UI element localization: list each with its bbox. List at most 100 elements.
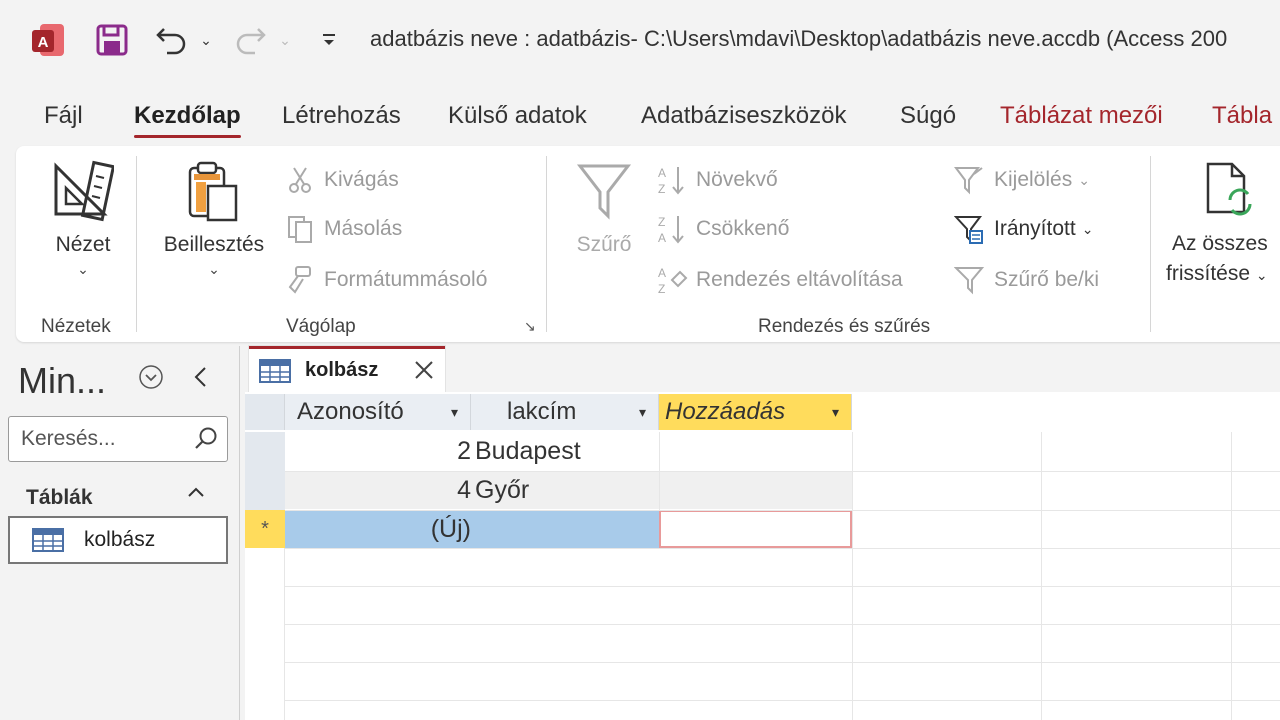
filter-button[interactable]: Szűrő xyxy=(564,160,644,261)
advanced-filter-label: Irányított xyxy=(994,217,1076,240)
cut-button-label: Kivágás xyxy=(324,168,399,191)
grid-line xyxy=(285,471,1280,472)
column-header-azonosito[interactable]: Azonosító ▾ xyxy=(285,394,471,430)
cell-azonosito[interactable]: 4 xyxy=(285,471,471,509)
nav-menu-dropdown-icon[interactable] xyxy=(138,364,164,395)
nav-section-tables[interactable]: Táblák xyxy=(26,486,93,510)
column-header-label: lakcím xyxy=(507,398,577,425)
customize-qat-icon[interactable] xyxy=(315,22,343,58)
chevron-down-icon: ⌄ xyxy=(208,261,220,277)
svg-text:Z: Z xyxy=(658,182,665,196)
tab-tabla[interactable]: Tábla xyxy=(1212,102,1272,130)
search-icon[interactable] xyxy=(193,426,219,458)
tab-kezdolap[interactable]: Kezdőlap xyxy=(134,102,241,138)
new-record-add-cell[interactable] xyxy=(659,510,852,548)
column-header-label: Azonosító xyxy=(297,398,404,425)
new-record-selector[interactable]: * xyxy=(245,510,285,548)
document-tab-label: kolbász xyxy=(305,359,379,381)
svg-text:A: A xyxy=(658,166,666,180)
format-painter-label: Formátummásoló xyxy=(324,268,488,291)
collapse-pane-icon[interactable] xyxy=(190,364,212,395)
chevron-down-icon: ⌄ xyxy=(1078,171,1090,188)
close-icon[interactable] xyxy=(411,357,437,389)
grid-line xyxy=(285,662,1280,663)
nav-search-placeholder: Keresés... xyxy=(21,427,116,450)
group-label-clipboard: Vágólap xyxy=(286,316,356,337)
funnel-icon xyxy=(576,160,632,229)
refresh-all-label-2-text: frissítése xyxy=(1166,262,1251,285)
tab-sugo[interactable]: Súgó xyxy=(900,102,956,130)
sort-dropdown-icon[interactable]: ▾ xyxy=(451,404,458,421)
sort-descending-label: Csökkenő xyxy=(696,217,790,240)
copy-button[interactable]: Másolás xyxy=(284,213,402,245)
tab-kulso-adatok[interactable]: Külső adatok xyxy=(448,102,587,130)
group-label-views: Nézetek xyxy=(41,316,111,337)
cell-lakcim[interactable]: Budapest xyxy=(475,432,655,470)
dialog-launcher-icon[interactable]: ↘ xyxy=(524,318,536,335)
document-tab-kolbasz[interactable]: kolbász xyxy=(249,346,445,392)
grid-line xyxy=(285,624,1280,625)
ribbon: Nézet ⌄ Nézetek Beillesztés ⌄ Kivágás Má… xyxy=(16,146,1280,342)
grid-line xyxy=(285,548,1280,549)
selection-filter-icon xyxy=(954,164,986,196)
tab-fajl[interactable]: Fájl xyxy=(44,102,83,130)
toggle-filter-label: Szűrő be/ki xyxy=(994,268,1100,291)
sort-ascending-button[interactable]: AZ Növekvő xyxy=(656,164,778,196)
format-painter-button[interactable]: Formátummásoló xyxy=(284,264,487,296)
ribbon-tabs: Fájl Kezdőlap Létrehozás Külső adatok Ad… xyxy=(0,92,1280,144)
redo-icon[interactable] xyxy=(230,22,270,58)
chevron-down-icon: ⌄ xyxy=(77,261,89,277)
selection-button[interactable]: Kijelölés ⌄ xyxy=(954,164,1090,196)
column-header-add-field[interactable]: Hozzáadás ▾ xyxy=(659,394,852,430)
undo-icon[interactable] xyxy=(152,22,192,58)
new-record-id-cell[interactable]: (Új) xyxy=(285,510,471,548)
grid-line xyxy=(285,586,1280,587)
grid-line xyxy=(852,432,853,720)
remove-sort-button[interactable]: AZ Rendezés eltávolítása xyxy=(656,264,903,296)
column-header-lakcim[interactable]: lakcím ▾ xyxy=(471,394,659,430)
nav-search-input[interactable]: Keresés... xyxy=(8,416,228,462)
advanced-filter-button[interactable]: Irányított ⌄ xyxy=(954,213,1093,245)
toggle-filter-button[interactable]: Szűrő be/ki xyxy=(954,264,1099,296)
sort-descending-icon: ZA xyxy=(656,213,688,245)
grid-line xyxy=(1041,432,1042,720)
row-selectors[interactable] xyxy=(245,432,285,510)
redo-dropdown-chevron-icon[interactable]: ⌄ xyxy=(275,22,295,58)
scissors-icon xyxy=(284,164,316,196)
sort-dropdown-icon[interactable]: ▾ xyxy=(639,404,646,421)
svg-text:Z: Z xyxy=(658,215,665,229)
group-divider xyxy=(546,156,547,332)
refresh-all-label-2: frissítése ⌄ xyxy=(1166,262,1268,285)
header-empty-area xyxy=(852,394,1280,430)
sort-ascending-icon: AZ xyxy=(656,164,688,196)
nav-item-label: kolbász xyxy=(84,528,156,551)
design-view-icon xyxy=(52,160,116,229)
tab-tablazat-mezoi[interactable]: Táblázat mezői xyxy=(1000,102,1163,130)
chevron-up-icon[interactable] xyxy=(186,484,206,505)
refresh-all-button[interactable]: Az összes frissítése ⌄ xyxy=(1166,160,1280,290)
tab-adatbaziseszkozok[interactable]: Adatbáziseszközök xyxy=(641,102,846,130)
svg-text:A: A xyxy=(658,266,666,280)
nav-pane-title[interactable]: Min... xyxy=(18,360,106,402)
view-button-label: Nézet xyxy=(55,233,111,256)
sort-dropdown-icon[interactable]: ▾ xyxy=(832,404,839,421)
save-icon[interactable] xyxy=(92,22,132,58)
remove-sort-icon: AZ xyxy=(656,264,688,296)
refresh-icon xyxy=(1202,160,1262,229)
nav-item-kolbasz[interactable]: kolbász xyxy=(8,516,228,564)
cut-button[interactable]: Kivágás xyxy=(284,164,399,196)
refresh-all-label-1: Az összes xyxy=(1172,232,1268,255)
paste-button[interactable]: Beillesztés ⌄ xyxy=(156,160,272,278)
title-bar: A ⌄ ⌄ adatbázis neve : adatbázis- C:\Use… xyxy=(0,0,1280,80)
cell-lakcim[interactable]: Győr xyxy=(475,471,655,509)
undo-dropdown-chevron-icon[interactable]: ⌄ xyxy=(196,22,216,58)
access-logo-icon: A xyxy=(28,22,68,58)
view-button[interactable]: Nézet ⌄ xyxy=(38,160,128,278)
select-all-corner[interactable] xyxy=(245,394,285,430)
datasheet-grid: Azonosító ▾ lakcím ▾ Hozzáadás ▾ * 2 Bud… xyxy=(245,392,1280,720)
advanced-filter-icon xyxy=(954,213,986,245)
cell-azonosito[interactable]: 2 xyxy=(285,432,471,470)
tab-letrehozas[interactable]: Létrehozás xyxy=(282,102,401,130)
sort-descending-button[interactable]: ZA Csökkenő xyxy=(656,213,789,245)
document-area: kolbász Azonosító ▾ lakcím ▾ Hozzáadás ▾… xyxy=(245,346,1280,720)
